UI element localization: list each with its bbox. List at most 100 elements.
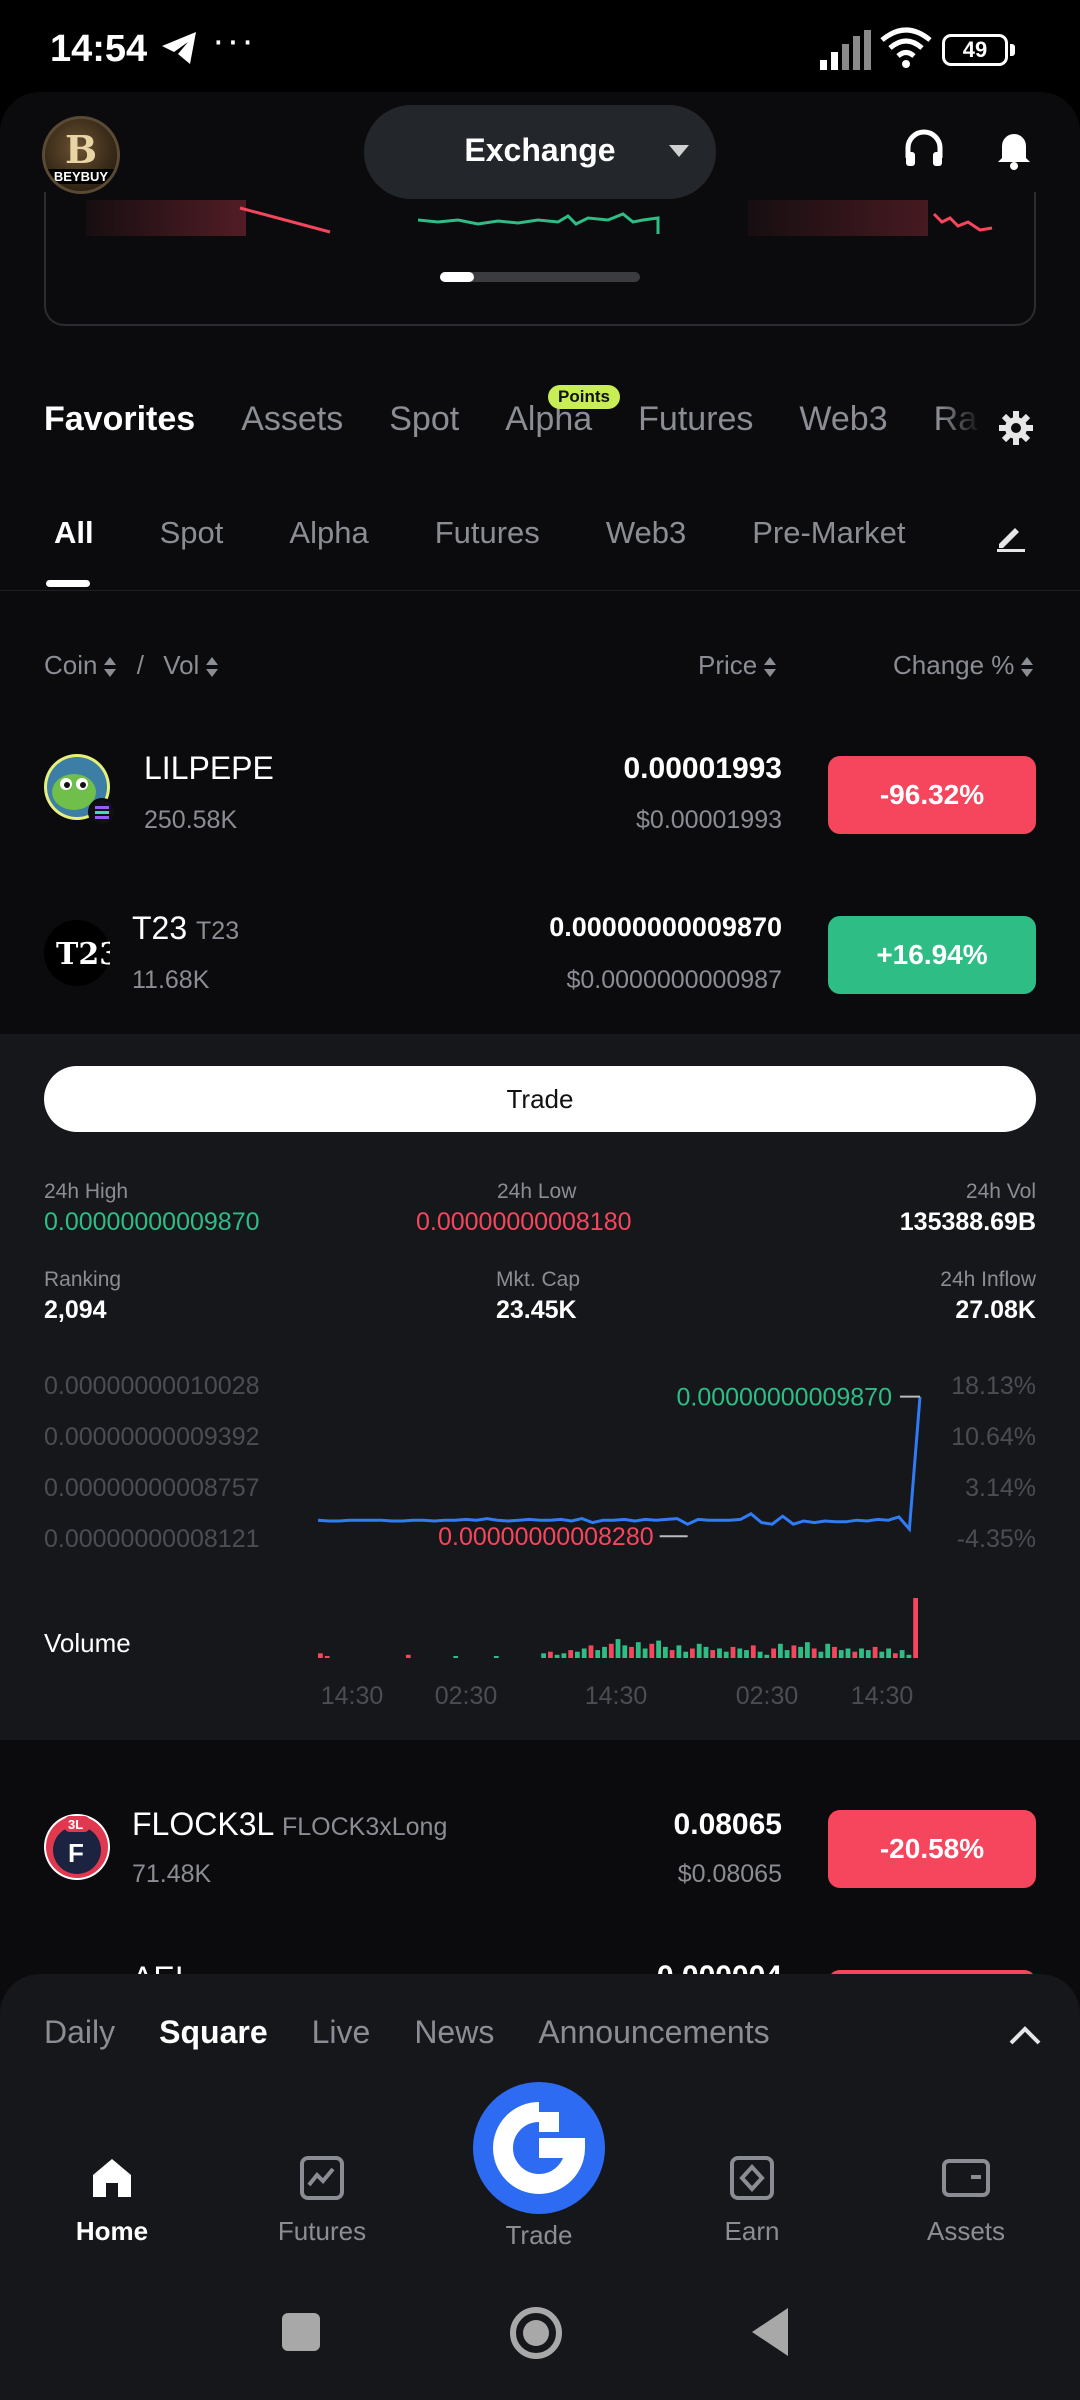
feed-tab-live[interactable]: Live xyxy=(312,2014,371,2051)
tab-alpha[interactable]: Alpha xyxy=(505,400,592,460)
volume-bar xyxy=(541,1653,546,1658)
feed-tab-square[interactable]: Square xyxy=(159,2014,267,2051)
volume-bar xyxy=(805,1642,810,1658)
subtab-all[interactable]: All xyxy=(54,515,94,551)
volume-bar xyxy=(493,1656,499,1658)
stat-24h-vol: 135388.69B xyxy=(899,1208,1036,1236)
volume-bar xyxy=(642,1648,648,1658)
tab-futures[interactable]: Futures xyxy=(638,400,753,460)
wallet-icon xyxy=(942,2159,990,2197)
subtab-web3[interactable]: Web3 xyxy=(606,515,686,551)
col-vol-label: Vol xyxy=(163,650,200,680)
stat-ranking-label: Ranking xyxy=(44,1268,122,1291)
bell-icon[interactable] xyxy=(996,128,1032,175)
status-time: 14:54 xyxy=(50,28,148,70)
avatar[interactable]: B BEYBUY xyxy=(42,116,120,194)
volume-bar xyxy=(723,1651,729,1658)
recents-button[interactable] xyxy=(282,2313,320,2351)
volume-bar xyxy=(669,1650,675,1658)
coin-logo-flock3l: F 3L xyxy=(44,1814,110,1880)
feed-tab-announcements[interactable]: Announcements xyxy=(538,2014,769,2051)
feed-tab-daily[interactable]: Daily xyxy=(44,2014,115,2051)
volume-bar xyxy=(656,1640,661,1658)
volume-bar xyxy=(649,1643,655,1658)
nav-futures[interactable]: Futures xyxy=(232,2155,412,2247)
avatar-caption: BEYBUY xyxy=(45,169,117,184)
subtabs-fade xyxy=(930,505,990,565)
volume-bar xyxy=(581,1648,587,1658)
nav-trade-label[interactable]: Trade xyxy=(473,2220,605,2251)
change-badge[interactable]: -96.32% xyxy=(828,756,1036,834)
coin-name: LILPEPE xyxy=(144,750,274,786)
status-bar: 14:54 ··· 49 xyxy=(0,0,1080,100)
column-header-coin[interactable]: Coin / Vol xyxy=(44,650,219,681)
subtab-pre-market[interactable]: Pre-Market xyxy=(752,515,905,551)
column-header-change[interactable]: Change % xyxy=(893,650,1034,681)
trade-button[interactable]: Trade xyxy=(44,1066,1036,1132)
volume-bar xyxy=(865,1650,871,1658)
tab-spot[interactable]: Spot xyxy=(389,400,459,460)
chevron-up-icon[interactable] xyxy=(1008,2024,1042,2051)
battery-tip xyxy=(1010,44,1015,56)
exchange-label: Exchange xyxy=(464,132,616,168)
volume-bar xyxy=(554,1654,560,1658)
subtab-futures[interactable]: Futures xyxy=(435,515,540,551)
trade-logo-icon xyxy=(493,2102,586,2194)
price-chart[interactable]: 0.00000000010028 0.00000000009392 0.000000… xyxy=(0,1360,1080,1720)
exchange-switcher[interactable]: Exchange xyxy=(364,105,716,199)
primary-tabs: Favorites Assets Spot Alpha Futures Web3… xyxy=(44,400,1023,460)
volume-bar xyxy=(892,1653,898,1658)
volume-bar xyxy=(825,1643,831,1658)
volume-bar xyxy=(872,1646,878,1658)
nav-earn[interactable]: Earn xyxy=(662,2155,842,2247)
col-change-label: Change % xyxy=(893,650,1015,680)
edit-icon[interactable] xyxy=(995,520,1027,557)
sort-icon xyxy=(104,657,117,678)
tabs-divider xyxy=(0,590,1080,591)
nav-assets[interactable]: Assets xyxy=(876,2155,1056,2247)
volume-bar xyxy=(798,1646,803,1658)
back-button[interactable] xyxy=(748,2306,792,2363)
tab-web3[interactable]: Web3 xyxy=(799,400,887,460)
volume-bar xyxy=(602,1646,607,1658)
y-tick-right: -4.35% xyxy=(957,1525,1036,1553)
tab-assets[interactable]: Assets xyxy=(241,400,343,460)
volume-bar xyxy=(730,1646,736,1658)
subtab-alpha[interactable]: Alpha xyxy=(289,515,368,551)
y-tick-left: 0.00000000008757 xyxy=(44,1474,260,1502)
change-badge[interactable]: +16.94% xyxy=(828,916,1036,994)
volume-bar xyxy=(778,1643,783,1658)
coin-name-text: FLOCK3L xyxy=(132,1806,274,1842)
trade-fab[interactable] xyxy=(473,2082,605,2214)
sort-icon xyxy=(1021,657,1034,678)
volume-bar xyxy=(784,1650,790,1658)
home-system-button[interactable] xyxy=(508,2305,564,2366)
volume-bar xyxy=(832,1646,837,1658)
x-tick: 14:30 xyxy=(851,1682,914,1710)
volume-bar xyxy=(899,1650,905,1658)
stat-24h-inflow-label: 24h Inflow xyxy=(940,1268,1036,1291)
volume-bar xyxy=(811,1648,817,1658)
gear-icon[interactable] xyxy=(998,410,1034,451)
stat-24h-low-label: 24h Low xyxy=(497,1180,577,1203)
headset-icon[interactable] xyxy=(904,128,944,173)
nav-earn-label: Earn xyxy=(724,2216,780,2246)
column-header-price[interactable]: Price xyxy=(698,650,777,681)
feed-tabs: Daily Square Live News Announcements xyxy=(44,2014,814,2051)
volume-bar xyxy=(703,1646,709,1658)
earn-icon xyxy=(730,2156,774,2200)
tab-favorites[interactable]: Favorites xyxy=(44,400,195,460)
coin-name: FLOCK3L FLOCK3xLong xyxy=(132,1806,447,1843)
volume-bar xyxy=(906,1654,912,1658)
nav-home[interactable]: Home xyxy=(22,2155,202,2247)
volume-bar xyxy=(324,1656,330,1658)
volume-bar xyxy=(757,1651,763,1658)
volume-bar xyxy=(696,1643,702,1658)
feed-tab-news[interactable]: News xyxy=(414,2014,494,2051)
points-badge: Points xyxy=(548,385,620,409)
volume-bar xyxy=(635,1642,641,1658)
mini-chart-2 xyxy=(418,212,660,234)
volume-bar xyxy=(913,1598,918,1658)
subtab-spot[interactable]: Spot xyxy=(160,515,224,551)
change-badge[interactable]: -20.58% xyxy=(828,1810,1036,1888)
